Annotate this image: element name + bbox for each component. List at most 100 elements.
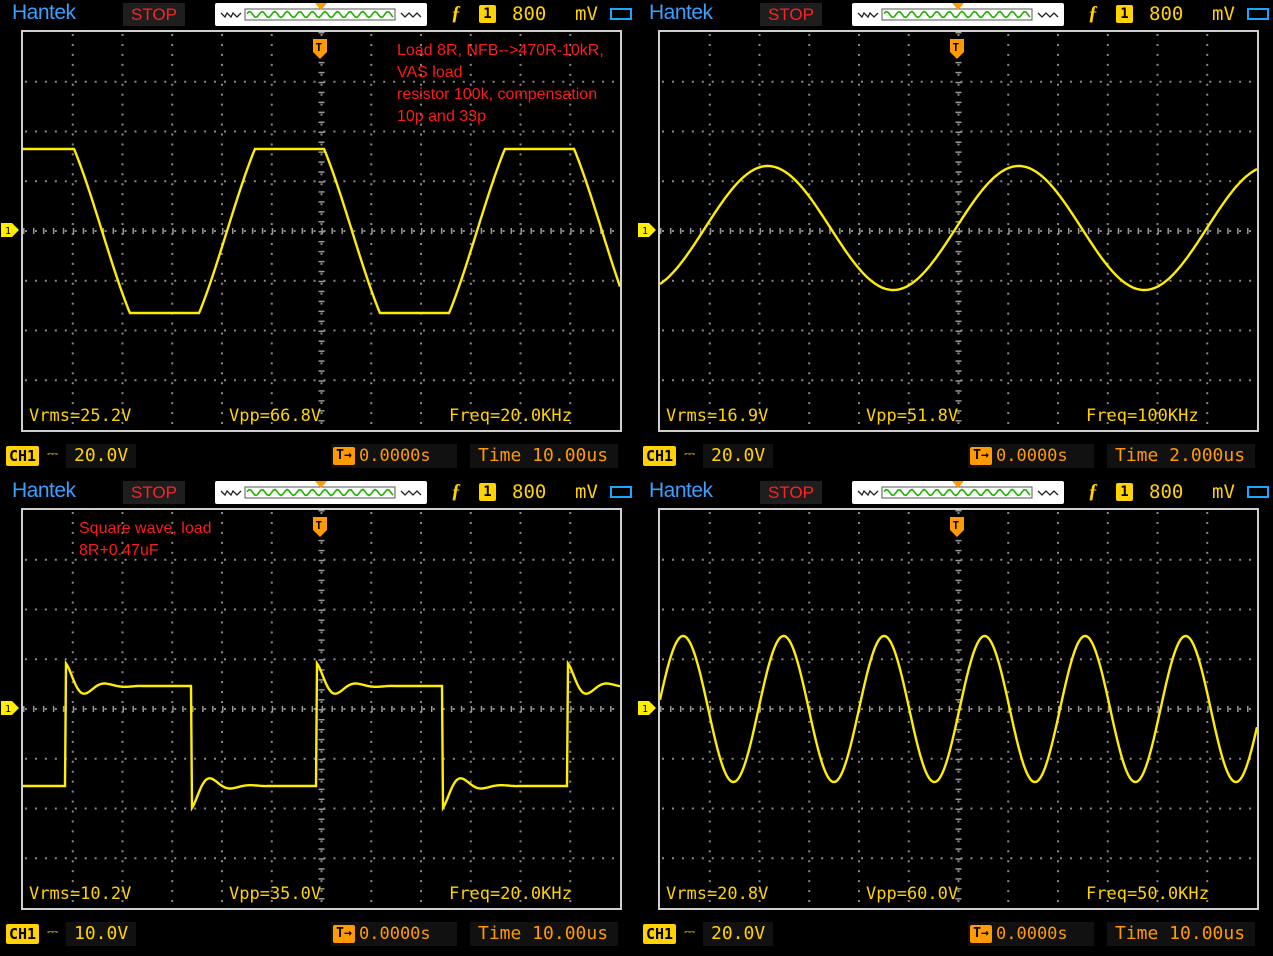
memory-waveform-overview [857,3,1059,21]
run-stop-status[interactable]: STOP [123,481,185,504]
frequency-measurement: Freq=20.0KHz [449,406,572,426]
T-trigger-icon: T [949,516,964,537]
trigger-source-badge: 1 [479,5,496,23]
time-offset-icon: T→ [333,447,355,465]
annotation-line: resistor 100k, compensation 10p and 33p [397,86,598,125]
vpp-measurement: Vpp=66.8V [229,406,322,426]
rising-edge-icon: ƒ [451,2,461,24]
trigger-position-bar[interactable] [852,3,1064,26]
ch1-level-icon: 1 [637,699,657,721]
scope-panel-top-right: Hantek STOP ƒ 1 800 mV 1 Vrms=16.9V Vpp=… [637,0,1273,478]
trigger-level-unit: mV [575,481,598,503]
vrms-measurement: Vrms=16.9V [666,406,769,426]
annotation-note: Square wave, load 8R+0.47uF [79,518,212,562]
time-offset-icon: T→ [970,925,992,943]
timebase-setting[interactable]: Time 10.00us [470,922,618,946]
timebase-setting[interactable]: Time 2.000us [1107,444,1255,468]
rising-edge-icon: ƒ [1088,480,1098,502]
volts-per-div[interactable]: 10.0V [66,922,136,946]
svg-text:T: T [953,519,960,532]
time-offset-value: 0.0000s [996,446,1068,466]
time-offset-value: 0.0000s [996,924,1068,944]
graticule [23,510,620,903]
graticule [660,510,1257,903]
trigger-time-offset[interactable]: T→ 0.0000s [331,922,457,946]
waveform-display[interactable]: Vrms=20.8V Vpp=60.0V Freq=50.0KHz [658,508,1259,910]
trigger-time-offset[interactable]: T→ 0.0000s [968,922,1094,946]
dc-coupling-icon: ⎓ [684,924,696,940]
trigger-level-unit: mV [1212,481,1235,503]
ch1-level-icon: 1 [637,221,657,243]
timebase-setting[interactable]: Time 10.00us [1107,922,1255,946]
rising-edge-icon: ƒ [451,480,461,502]
frequency-measurement: Freq=100KHz [1086,406,1199,426]
volts-per-div[interactable]: 20.0V [703,444,773,468]
rising-edge-icon: ƒ [1088,2,1098,24]
channel-label[interactable]: CH1 [643,924,677,944]
T-trigger-icon: T [312,516,327,537]
waveform-display[interactable]: Vrms=16.9V Vpp=51.8V Freq=100KHz [658,30,1259,432]
dc-coupling-icon: ⎓ [684,446,696,462]
vrms-measurement: Vrms=25.2V [29,406,132,426]
annotation-line: Load 8R, NFB-->470R-10kR, VAS load [397,42,604,81]
brand-logo: Hantek [649,1,713,24]
trigger-position-bar[interactable] [852,481,1064,504]
trigger-position-bar[interactable] [215,3,427,26]
channel-label[interactable]: CH1 [6,924,40,944]
channel-label[interactable]: CH1 [643,446,677,466]
vpp-measurement: Vpp=60.0V [866,884,959,904]
scope-panel-bottom-left: Hantek STOP ƒ 1 800 mV 1 Square wave, lo… [0,478,636,956]
status-bar: CH1 ⎓ 10.0V T→ 0.0000s Time 10.00us [0,918,636,950]
time-offset-icon: T→ [333,925,355,943]
memory-waveform-overview [220,481,422,499]
waveform-display[interactable]: Square wave, load 8R+0.47uF Vrms=10.2V Vp… [21,508,622,910]
status-bar: CH1 ⎓ 20.0V T→ 0.0000s Time 10.00us [0,440,636,472]
trigger-time-offset[interactable]: T→ 0.0000s [968,444,1094,468]
annotation-line: 8R+0.47uF [79,542,159,559]
dc-coupling-icon: ⎓ [47,446,59,462]
trigger-time-offset[interactable]: T→ 0.0000s [331,444,457,468]
svg-text:1: 1 [642,226,648,237]
trigger-source-badge: 1 [1116,483,1133,501]
ac-coupling-icon [610,8,632,20]
run-stop-status[interactable]: STOP [760,481,822,504]
volts-per-div[interactable]: 20.0V [703,922,773,946]
vpp-measurement: Vpp=51.8V [866,406,959,426]
vpp-measurement: Vpp=35.0V [229,884,322,904]
scope-panel-bottom-right: Hantek STOP ƒ 1 800 mV 1 Vrms=20.8V Vpp=… [637,478,1273,956]
channel-label[interactable]: CH1 [6,446,40,466]
run-stop-status[interactable]: STOP [123,3,185,26]
svg-text:1: 1 [642,704,648,715]
ch1-level-icon: 1 [0,699,20,721]
vrms-measurement: Vrms=20.8V [666,884,769,904]
svg-text:1: 1 [5,704,11,715]
time-offset-value: 0.0000s [359,924,431,944]
frequency-measurement: Freq=50.0KHz [1086,884,1209,904]
ch1-trace [23,659,620,812]
T-trigger-icon: T [312,38,327,59]
ac-coupling-icon [1247,8,1269,20]
volts-per-div[interactable]: 20.0V [66,444,136,468]
svg-text:T: T [953,41,960,54]
memory-waveform-overview [857,481,1059,499]
run-stop-status[interactable]: STOP [760,3,822,26]
graticule [660,32,1257,425]
trigger-source-badge: 1 [1116,5,1133,23]
ac-coupling-icon [610,486,632,498]
brand-logo: Hantek [12,1,76,24]
frequency-measurement: Freq=20.0KHz [449,884,572,904]
annotation-note: Load 8R, NFB-->470R-10kR, VAS load resist… [397,40,620,128]
scope-panel-top-left: Hantek STOP ƒ 1 800 mV 1 Load 8R, NFB-->… [0,0,636,478]
memory-waveform-overview [220,3,422,21]
vrms-measurement: Vrms=10.2V [29,884,132,904]
dc-coupling-icon: ⎓ [47,924,59,940]
timebase-setting[interactable]: Time 10.00us [470,444,618,468]
time-offset-icon: T→ [970,447,992,465]
svg-text:T: T [316,519,323,532]
waveform-display[interactable]: Load 8R, NFB-->470R-10kR, VAS load resist… [21,30,622,432]
trigger-position-bar[interactable] [215,481,427,504]
trigger-source-badge: 1 [479,483,496,501]
svg-text:1: 1 [5,226,11,237]
ch1-level-icon: 1 [0,221,20,243]
svg-text:T: T [316,41,323,54]
